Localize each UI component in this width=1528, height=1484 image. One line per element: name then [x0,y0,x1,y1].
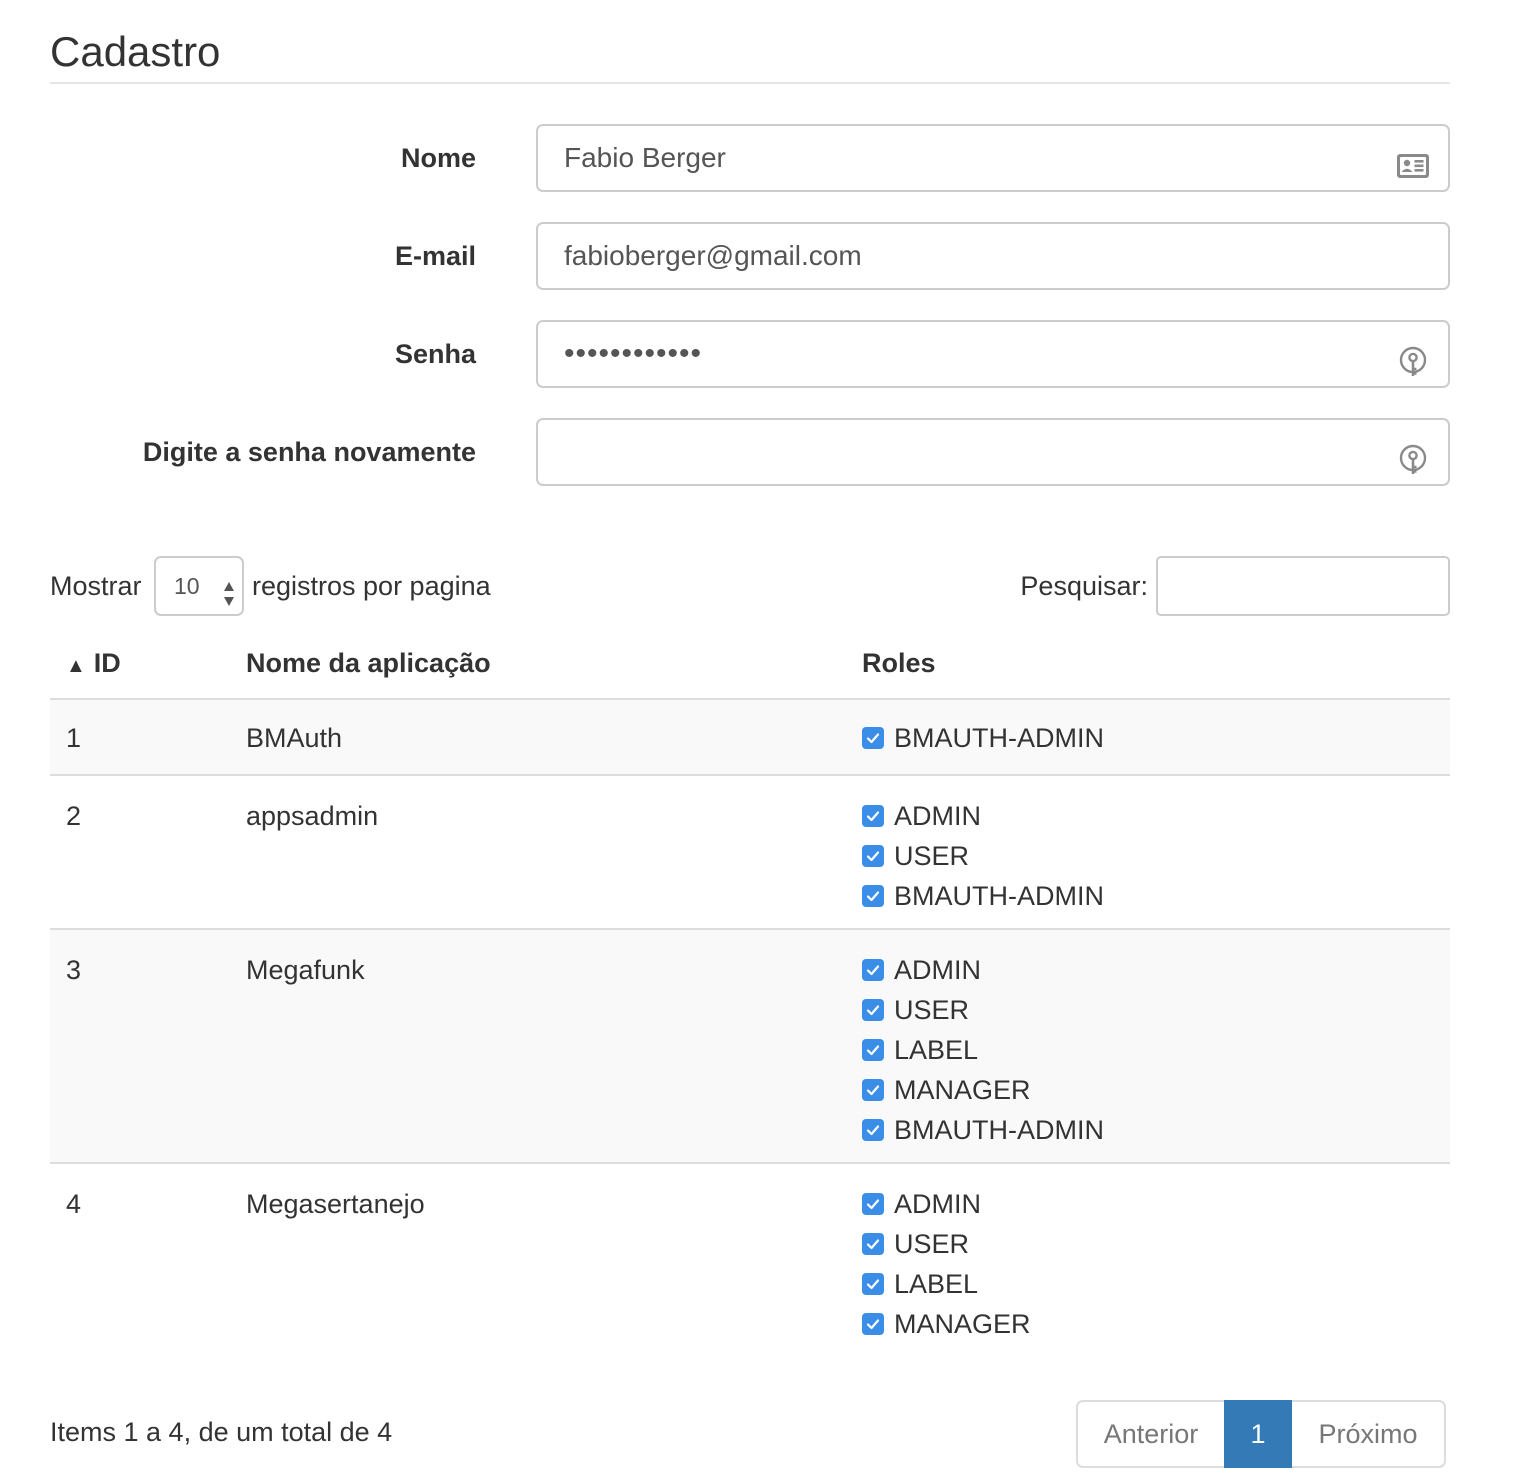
password-key-icon[interactable] [1396,436,1430,474]
role-checkbox[interactable] [862,1039,884,1061]
column-header-id[interactable]: ▲ ID [66,628,121,698]
row-id: 1 [66,723,82,753]
role-item: ADMIN [862,1184,1031,1224]
column-header-app-name[interactable]: Nome da aplicação [246,628,491,698]
role-label: BMAUTH-ADMIN [894,1115,1104,1145]
column-header-id-label: ID [93,648,121,678]
pagination: Anterior 1 Próximo [1076,1400,1446,1468]
row-app-name: BMAuth [246,723,343,753]
role-checkbox[interactable] [862,845,884,867]
sort-ascending-icon: ▲ [66,655,86,677]
table-controls: Mostrar 10 registros por pagina Pesquisa… [50,556,1450,616]
role-item: MANAGER [862,1070,1104,1110]
role-item: LABEL [862,1264,1031,1304]
role-label: BMAUTH-ADMIN [894,723,1104,753]
password-confirm-form-row: Digite a senha novamente [0,418,1528,486]
role-item: BMAUTH-ADMIN [862,876,1104,916]
password-value: •••••••••••• [564,337,703,370]
row-id: 4 [66,1189,82,1219]
table-row: 3 Megafunk ADMIN USER LABEL MANAGER BMAU… [50,930,1450,1164]
role-label: ADMIN [894,1189,981,1219]
row-app-name: Megafunk [246,955,365,985]
contact-card-icon[interactable] [1396,142,1430,178]
role-label: BMAUTH-ADMIN [894,881,1104,911]
search-label: Pesquisar: [1020,571,1148,601]
role-item: USER [862,990,1104,1030]
role-checkbox[interactable] [862,727,884,749]
name-input[interactable]: Fabio Berger [536,124,1450,192]
table-row: 2 appsadmin ADMIN USER BMAUTH-ADMIN [50,776,1450,930]
role-checkbox[interactable] [862,1119,884,1141]
page-length-select[interactable]: 10 [154,556,244,616]
role-label: LABEL [894,1269,979,1299]
role-item: LABEL [862,1030,1104,1070]
previous-page-button[interactable]: Anterior [1076,1400,1224,1468]
per-page-label: registros por pagina [252,571,491,601]
name-label: Nome [400,143,476,173]
email-form-row: E-mail fabioberger@gmail.com [0,222,1528,290]
row-id: 2 [66,801,82,831]
role-item: MANAGER [862,1304,1031,1344]
role-label: USER [894,841,970,871]
email-value: fabioberger@gmail.com [564,240,862,271]
role-label: LABEL [894,1035,979,1065]
role-item: USER [862,836,1104,876]
role-label: MANAGER [894,1075,1031,1105]
password-input[interactable]: •••••••••••• [536,320,1450,388]
password-confirm-label: Digite a senha novamente [142,437,476,467]
search-input[interactable] [1156,556,1450,616]
role-item: BMAUTH-ADMIN [862,1110,1104,1150]
email-input[interactable]: fabioberger@gmail.com [536,222,1450,290]
title-divider [50,82,1450,84]
select-arrows-icon [222,572,236,606]
row-roles: BMAUTH-ADMIN [862,718,1104,758]
row-roles: ADMIN USER LABEL MANAGER [862,1184,1031,1344]
show-label: Mostrar [50,571,142,601]
row-app-name: appsadmin [246,801,379,831]
role-checkbox[interactable] [862,1233,884,1255]
role-item: USER [862,1224,1031,1264]
role-checkbox[interactable] [862,999,884,1021]
role-checkbox[interactable] [862,1313,884,1335]
role-label: USER [894,995,970,1025]
row-roles: ADMIN USER BMAUTH-ADMIN [862,796,1104,916]
role-label: ADMIN [894,955,981,985]
role-checkbox[interactable] [862,1273,884,1295]
page-1-button[interactable]: 1 [1224,1400,1292,1468]
role-item: BMAUTH-ADMIN [862,718,1104,758]
name-form-row: Nome Fabio Berger [0,124,1528,192]
column-header-roles[interactable]: Roles [862,628,936,698]
row-app-name: Megasertanejo [246,1189,425,1219]
email-label: E-mail [394,241,476,271]
role-label: ADMIN [894,801,981,831]
password-form-row: Senha •••••••••••• [0,320,1528,388]
role-item: ADMIN [862,796,1104,836]
page-title: Cadastro [50,28,221,75]
row-roles: ADMIN USER LABEL MANAGER BMAUTH-ADMIN [862,950,1104,1150]
name-value: Fabio Berger [564,142,726,173]
row-id: 3 [66,955,82,985]
role-checkbox[interactable] [862,1193,884,1215]
role-checkbox[interactable] [862,805,884,827]
role-item: ADMIN [862,950,1104,990]
page-length-value: 10 [174,573,200,599]
table-row: 4 Megasertanejo ADMIN USER LABEL MANAGER [50,1164,1450,1364]
table-header: ▲ ID Nome da aplicação Roles [50,628,1450,702]
password-key-icon[interactable] [1396,338,1430,376]
role-checkbox[interactable] [862,885,884,907]
role-label: USER [894,1229,970,1259]
table-row: 1 BMAuth BMAUTH-ADMIN [50,700,1450,776]
password-confirm-input[interactable] [536,418,1450,486]
role-label: MANAGER [894,1309,1031,1339]
role-checkbox[interactable] [862,1079,884,1101]
password-label: Senha [394,339,476,369]
table-info: Items 1 a 4, de um total de 4 [50,1417,393,1447]
next-page-button[interactable]: Próximo [1292,1400,1446,1468]
role-checkbox[interactable] [862,959,884,981]
